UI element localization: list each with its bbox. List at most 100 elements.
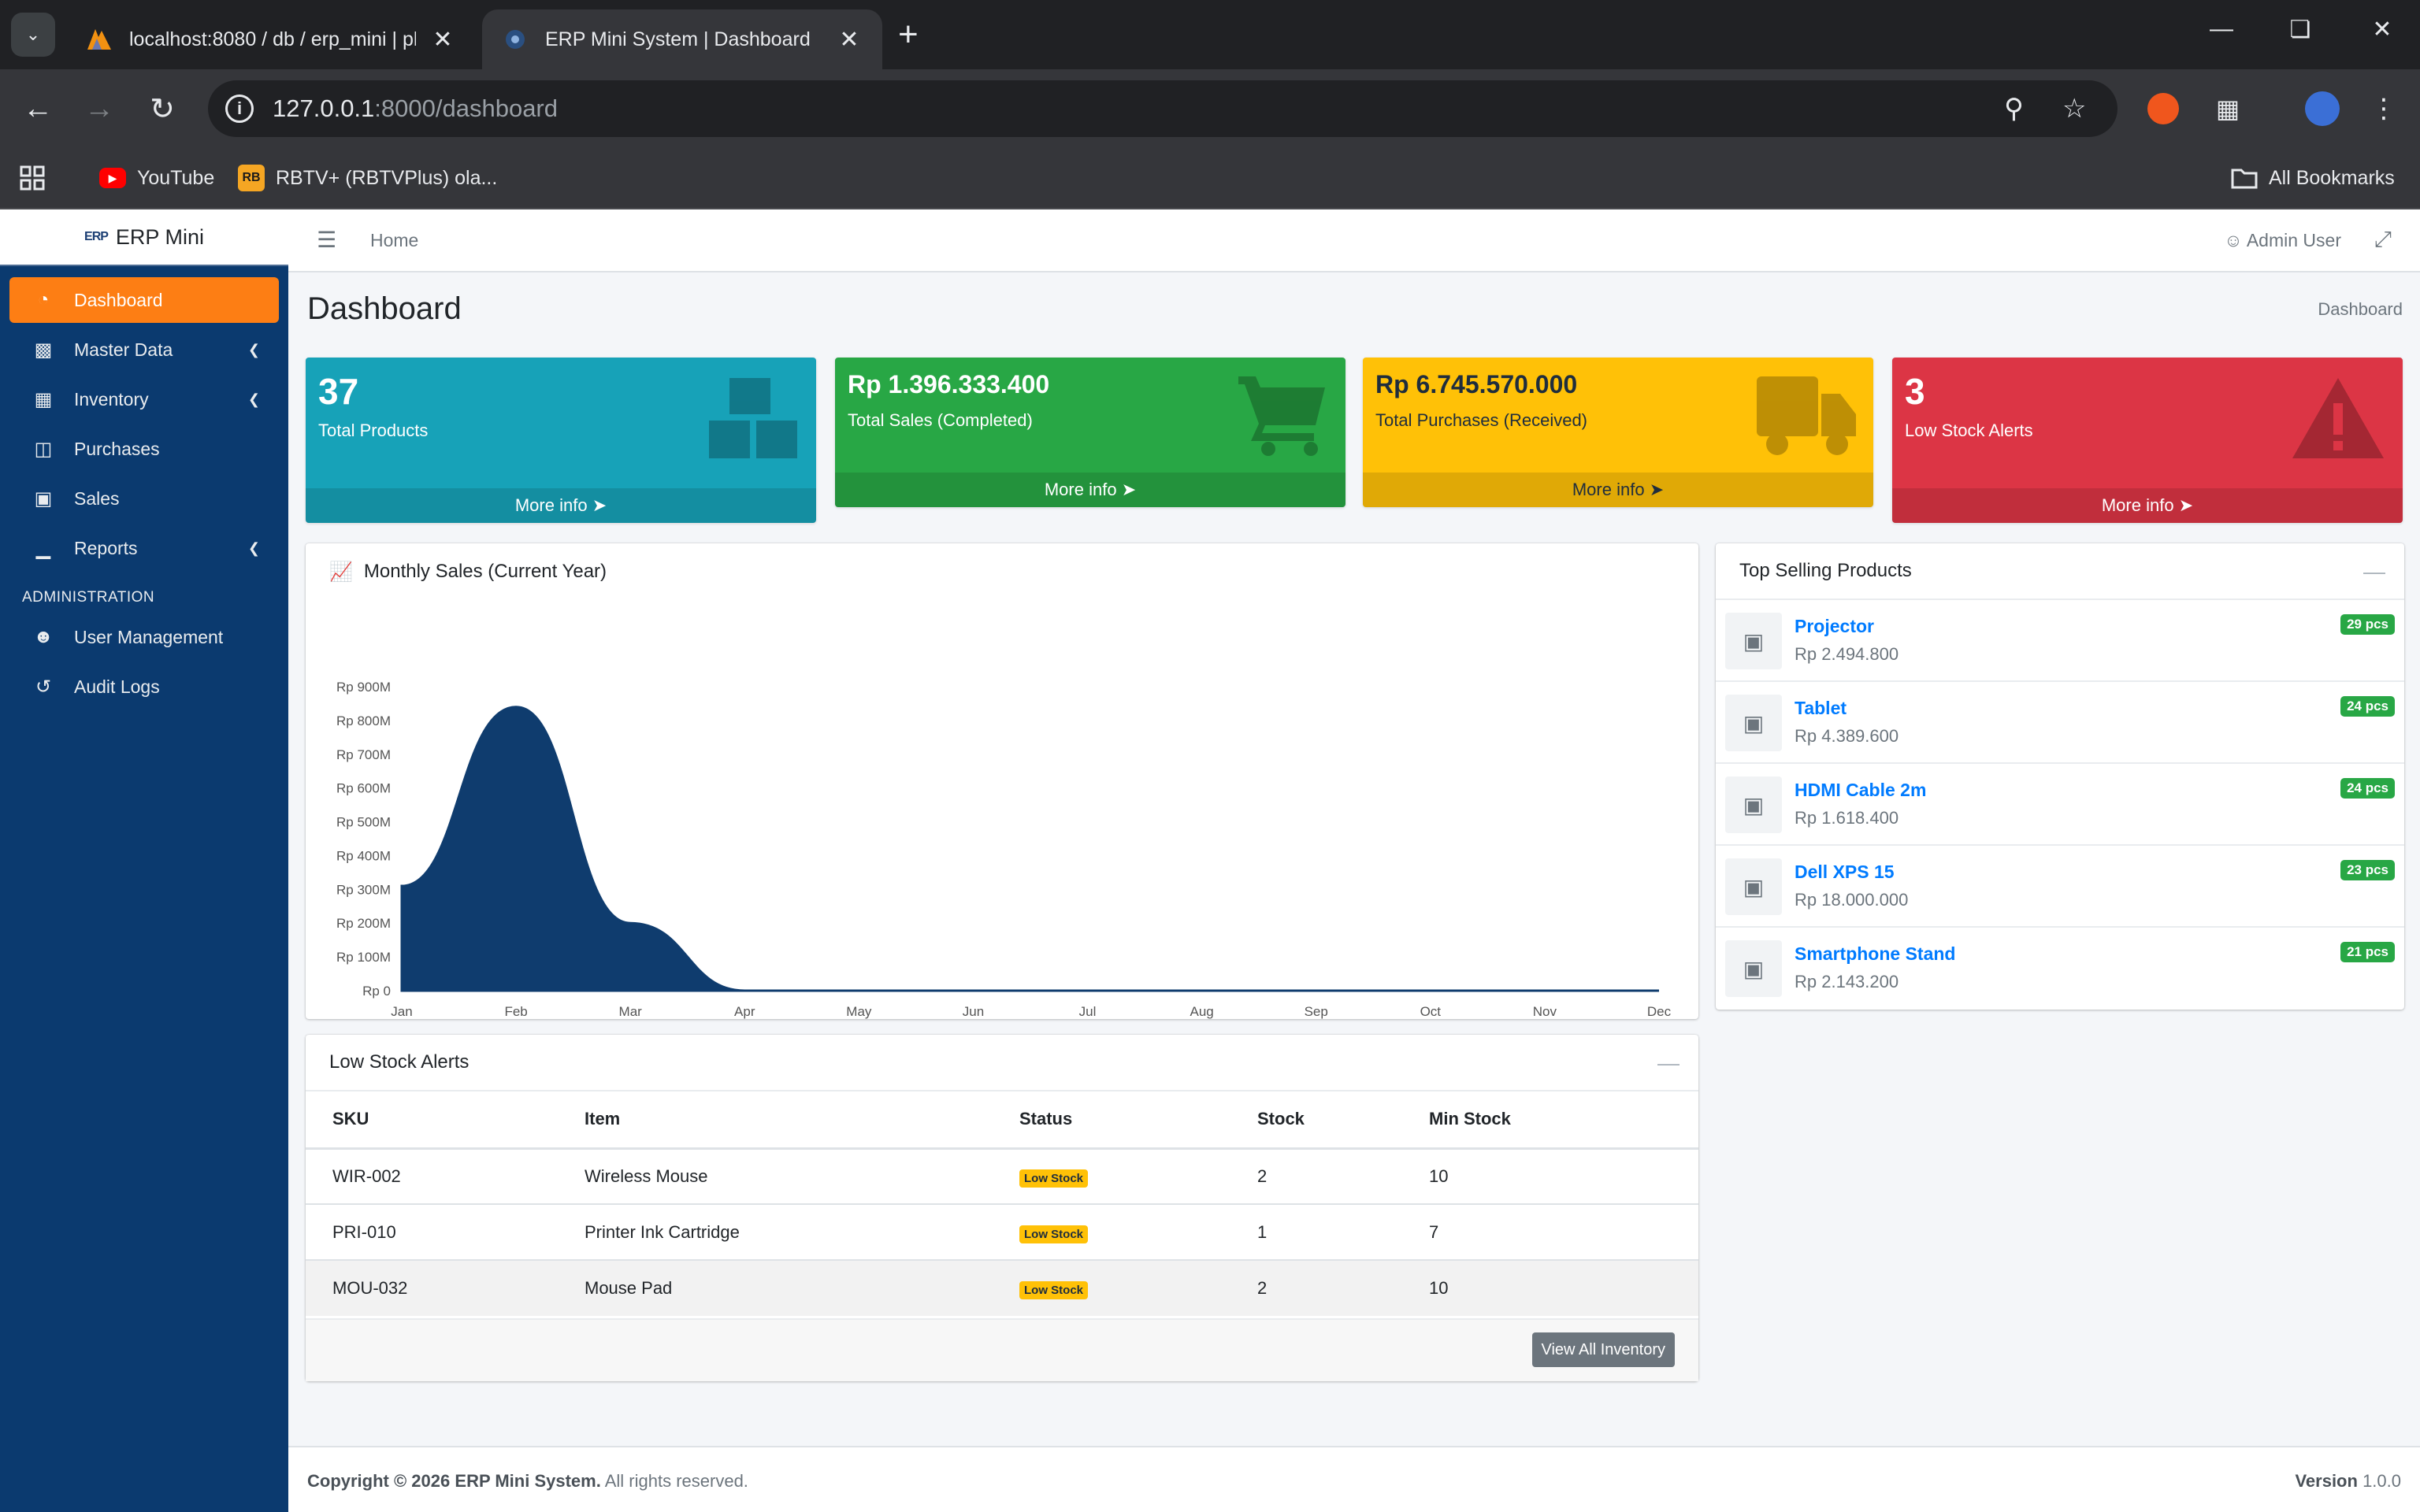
x-tick-label: Jun — [963, 1004, 984, 1019]
browser-tab-dashboard[interactable]: ERP Mini System | Dashboard ✕ — [482, 9, 882, 69]
folder-icon — [2231, 165, 2258, 191]
y-tick-label: Rp 100M — [336, 950, 391, 965]
qty-badge: 21 pcs — [2340, 942, 2395, 962]
cart-icon: ◫ — [34, 438, 53, 460]
truck-icon: ▣ — [34, 487, 53, 510]
copyright-brand-link[interactable]: ERP Mini System. — [455, 1471, 600, 1491]
more-info-link[interactable]: More info ➤ — [1363, 472, 1873, 507]
product-name-link[interactable]: Dell XPS 15 — [1795, 862, 1895, 883]
collapse-minus-icon[interactable]: — — [2363, 559, 2385, 584]
collapse-minus-icon[interactable]: — — [1657, 1051, 1680, 1076]
product-price: Rp 1.618.400 — [1795, 808, 1899, 828]
user-menu[interactable]: ☺ Admin User — [2224, 230, 2341, 251]
product-name-link[interactable]: Projector — [1795, 616, 1874, 637]
minimize-icon[interactable]: — — [2198, 16, 2245, 43]
extension-icon[interactable] — [2147, 93, 2179, 124]
product-name-link[interactable]: HDMI Cable 2m — [1795, 780, 1926, 801]
browser-tab-phpmyadmin[interactable]: localhost:8080 / db / erp_mini | ph ✕ — [66, 9, 476, 69]
item-cell: Printer Ink Cartridge — [558, 1203, 993, 1260]
card-footer: View All Inventory — [306, 1318, 1698, 1381]
bookmark-youtube[interactable]: ▶ YouTube — [99, 161, 214, 195]
address-bar[interactable]: i 127.0.0.1:8000/dashboard ⚲ ☆ — [208, 80, 2118, 137]
sidebar-nav: ◔ Dashboard ▩ Master Data ❮ ▦ Inventory … — [0, 266, 288, 710]
boxes-icon — [706, 375, 800, 465]
browser-tabstrip: ⌄ localhost:8080 / db / erp_mini | ph ✕ … — [0, 0, 2420, 69]
sidebar-item-reports[interactable]: ▁ Reports ❮ — [9, 525, 279, 571]
extensions-puzzle-icon[interactable]: ▦ — [2207, 88, 2248, 129]
kebab-menu-icon[interactable]: ⋮ — [2363, 88, 2404, 129]
main-header: ☰ Home ☺ Admin User ⤢ — [288, 209, 2420, 272]
status-cell: Low Stock — [993, 1147, 1230, 1204]
version-text: Version 1.0.0 — [2295, 1471, 2401, 1491]
box-icon: ▣ — [1725, 858, 1782, 915]
sidebar-item-purchases[interactable]: ◫ Purchases — [9, 426, 279, 472]
sku-cell: MOU-032 — [306, 1259, 558, 1316]
product-price: Rp 2.494.800 — [1795, 644, 1899, 664]
sidebar-item-inventory[interactable]: ▦ Inventory ❮ — [9, 376, 279, 422]
product-price: Rp 2.143.200 — [1795, 972, 1899, 991]
x-tick-label: May — [846, 1004, 872, 1019]
more-info-link[interactable]: More info ➤ — [306, 488, 816, 523]
card-title: Monthly Sales (Current Year) — [363, 561, 607, 582]
sidebar-item-sales[interactable]: ▣ Sales — [9, 476, 279, 521]
home-link[interactable]: Home — [370, 230, 418, 251]
y-tick-label: Rp 0 — [362, 984, 391, 999]
box-icon: ▣ — [1725, 776, 1782, 833]
view-all-inventory-button[interactable]: View All Inventory — [1531, 1332, 1675, 1367]
product-name-link[interactable]: Smartphone Stand — [1795, 943, 1955, 965]
product-name-link[interactable]: Tablet — [1795, 698, 1847, 719]
new-tab-button[interactable]: + — [898, 14, 919, 55]
more-info-link[interactable]: More info ➤ — [1892, 488, 2403, 523]
sidebar-item-user-management[interactable]: ☻ User Management — [9, 614, 279, 660]
brand-text: ERP Mini — [115, 224, 204, 249]
fullscreen-expand-icon[interactable]: ⤢ — [2374, 227, 2392, 253]
all-bookmarks-button[interactable]: All Bookmarks — [2231, 161, 2395, 195]
sidebar-item-dashboard[interactable]: ◔ Dashboard — [9, 277, 279, 323]
card-title: Top Selling Products — [1739, 560, 1912, 581]
item-cell: Mouse Pad — [558, 1259, 993, 1316]
status-badge: Low Stock — [1019, 1225, 1089, 1243]
product-price: Rp 18.000.000 — [1795, 890, 1909, 910]
line-chart-icon: 📈 — [329, 561, 353, 583]
profile-avatar[interactable] — [2305, 91, 2340, 126]
hamburger-menu-icon[interactable]: ☰ — [317, 227, 336, 253]
x-tick-label: Oct — [1420, 1004, 1442, 1019]
y-tick-label: Rp 800M — [336, 713, 391, 728]
x-tick-label: Jan — [391, 1004, 412, 1019]
copyright-text: Copyright © 2026 ERP Mini System. All ri… — [307, 1471, 748, 1491]
restore-icon[interactable]: ❏ — [2277, 16, 2324, 43]
bookmark-rbtv[interactable]: RB RBTV+ (RBTVPlus) ola... — [238, 161, 497, 195]
x-tick-label: Nov — [1533, 1004, 1557, 1019]
list-item: ▣ Tablet Rp 4.389.600 24 pcs — [1716, 682, 2404, 764]
stat-box-low-stock: 3 Low Stock Alerts More info ➤ — [1892, 358, 2403, 523]
qty-badge: 24 pcs — [2340, 696, 2395, 717]
bookmark-star-icon[interactable]: ☆ — [2062, 93, 2086, 124]
apps-grid-icon[interactable] — [19, 161, 46, 195]
tab-close-icon[interactable]: ✕ — [429, 26, 457, 54]
reload-icon[interactable]: ↻ — [142, 88, 183, 129]
sku-cell: WIR-002 — [306, 1147, 558, 1204]
tab-close-icon[interactable]: ✕ — [835, 26, 863, 54]
qty-badge: 24 pcs — [2340, 778, 2395, 799]
column-header: Stock — [1230, 1091, 1402, 1150]
back-arrow-icon[interactable]: ← — [17, 88, 58, 129]
sidebar-item-master-data[interactable]: ▩ Master Data ❮ — [9, 327, 279, 372]
zoom-icon[interactable]: ⚲ — [2004, 93, 2024, 124]
more-info-link[interactable]: More info ➤ — [835, 472, 1345, 507]
y-tick-label: Rp 500M — [336, 815, 391, 830]
sidebar-item-audit-logs[interactable]: ↺ Audit Logs — [9, 664, 279, 710]
tab-search-button[interactable]: ⌄ — [11, 13, 55, 57]
arrow-circle-right-icon: ➤ — [1121, 480, 1137, 499]
window-close-icon[interactable]: ✕ — [2359, 16, 2406, 43]
brand-link[interactable]: ERP ERP Mini — [0, 209, 288, 266]
site-info-icon[interactable]: i — [225, 94, 254, 123]
status-badge: Low Stock — [1019, 1169, 1089, 1188]
table-row: MOU-032 Mouse Pad Low Stock 2 10 — [306, 1259, 1698, 1316]
dashboard-gauge-icon: ◔ — [37, 289, 50, 310]
arrow-circle-right-icon: ➤ — [592, 495, 607, 515]
forward-arrow-icon[interactable]: → — [79, 88, 120, 129]
x-tick-label: Feb — [504, 1004, 527, 1019]
monthly-sales-card: 📈 Monthly Sales (Current Year) Rp 0 Rp 10… — [306, 543, 1698, 1019]
stock-cell: 2 — [1230, 1147, 1402, 1204]
rb-icon: RB — [238, 165, 265, 191]
